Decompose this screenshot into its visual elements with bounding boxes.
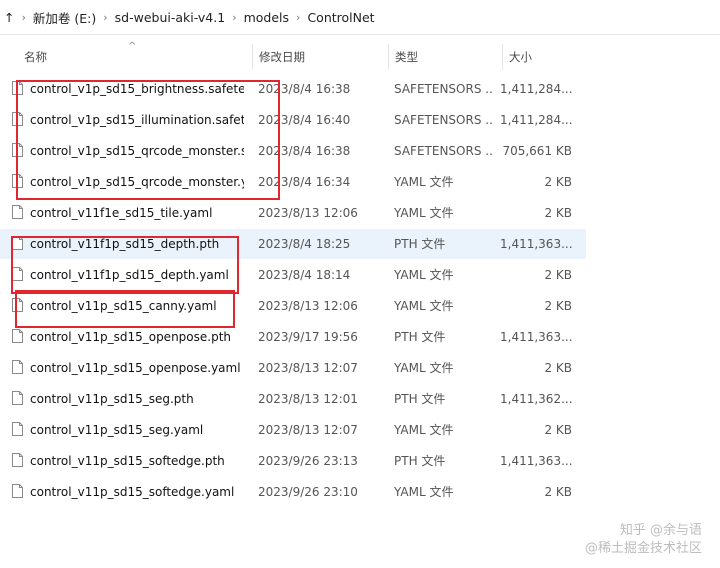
file-type: PTH 文件	[394, 454, 446, 468]
file-type: PTH 文件	[394, 392, 446, 406]
column-header-date[interactable]: 修改日期	[252, 44, 387, 70]
file-row[interactable]: control_v11f1e_sd15_tile.yaml 2023/8/13 1…	[0, 198, 586, 228]
watermark-zhihu: 知乎 @余与语	[619, 523, 702, 538]
file-size: 2 KB	[544, 423, 572, 437]
file-date: 2023/8/13 12:06	[258, 299, 358, 313]
file-date: 2023/9/26 23:10	[258, 485, 358, 499]
file-name: control_v11p_sd15_softedge.pth	[30, 454, 225, 468]
file-type: PTH 文件	[394, 237, 446, 251]
file-size: 1,411,284...	[500, 113, 572, 127]
address-breadcrumb[interactable]: ↑ › 新加卷 (E:) › sd-webui-aki-v4.1 › model…	[0, 0, 720, 35]
highlight-box	[16, 80, 280, 200]
file-size: 1,411,363...	[500, 454, 572, 468]
file-name: control_v11p_sd15_openpose.yaml	[30, 361, 241, 375]
file-type: PTH 文件	[394, 330, 446, 344]
file-date: 2023/8/13 12:06	[258, 206, 358, 220]
file-icon	[12, 205, 23, 219]
chevron-right-icon: ›	[21, 10, 26, 24]
file-type: SAFETENSORS ...	[394, 144, 494, 158]
file-date: 2023/8/13 12:07	[258, 361, 358, 375]
file-row[interactable]: control_v11p_sd15_openpose.yaml 2023/8/13…	[0, 353, 586, 383]
file-icon	[12, 329, 23, 343]
file-type: YAML 文件	[394, 206, 454, 220]
chevron-right-icon: ›	[232, 10, 237, 24]
file-type: YAML 文件	[394, 361, 454, 375]
file-size: 1,411,362...	[500, 392, 572, 406]
breadcrumb-item-models[interactable]: models	[244, 10, 289, 25]
breadcrumb-item-sd-webui[interactable]: sd-webui-aki-v4.1	[115, 10, 226, 25]
file-size: 1,411,363...	[500, 237, 572, 251]
up-arrow-icon[interactable]: ↑	[4, 10, 14, 25]
file-size: 1,411,363...	[500, 330, 572, 344]
file-row[interactable]: control_v11p_sd15_softedge.pth 2023/9/26 …	[0, 446, 586, 476]
file-size: 2 KB	[544, 175, 572, 189]
breadcrumb-item-drive[interactable]: 新加卷 (E:)	[33, 8, 96, 27]
file-icon	[12, 453, 23, 467]
file-date: 2023/9/26 23:13	[258, 454, 358, 468]
file-row[interactable]: control_v11p_sd15_seg.pth 2023/8/13 12:01…	[0, 384, 586, 414]
file-date: 2023/8/4 18:14	[258, 268, 351, 282]
file-type: SAFETENSORS ...	[394, 113, 494, 127]
file-size: 2 KB	[544, 206, 572, 220]
file-name: control_v11p_sd15_seg.yaml	[30, 423, 204, 437]
file-icon	[12, 422, 23, 436]
file-size: 2 KB	[544, 361, 572, 375]
file-size: 1,411,284...	[500, 82, 572, 96]
file-size: 705,661 KB	[502, 144, 572, 158]
file-type: YAML 文件	[394, 175, 454, 189]
file-row[interactable]: control_v11p_sd15_softedge.yaml 2023/9/26…	[0, 477, 586, 507]
file-type: YAML 文件	[394, 423, 454, 437]
file-date: 2023/8/4 18:25	[258, 237, 351, 251]
file-name: control_v11p_sd15_softedge.yaml	[30, 485, 235, 499]
file-icon	[12, 391, 23, 405]
watermark: 知乎 @余与语 @稀土掘金技术社区	[585, 522, 702, 558]
column-header-row: ^ 名称 修改日期 类型 大小	[0, 41, 720, 70]
file-type: YAML 文件	[394, 299, 454, 313]
file-date: 2023/9/17 19:56	[258, 330, 358, 344]
watermark-juejin: @稀土掘金技术社区	[584, 541, 702, 556]
chevron-right-icon: ›	[103, 10, 108, 24]
file-size: 2 KB	[544, 485, 572, 499]
column-header-size[interactable]: 大小	[502, 44, 589, 70]
file-name: control_v11f1e_sd15_tile.yaml	[30, 206, 213, 220]
file-type: YAML 文件	[394, 485, 454, 499]
file-name: control_v11p_sd15_seg.pth	[30, 392, 194, 406]
highlight-box	[15, 290, 235, 328]
chevron-right-icon: ›	[296, 10, 301, 24]
file-date: 2023/8/13 12:07	[258, 423, 358, 437]
breadcrumb-item-controlnet[interactable]: ControlNet	[307, 10, 374, 25]
file-type: SAFETENSORS ...	[394, 82, 494, 96]
file-date: 2023/8/13 12:01	[258, 392, 358, 406]
file-icon	[12, 484, 23, 498]
file-type: YAML 文件	[394, 268, 454, 282]
column-header-name[interactable]: 名称	[18, 44, 254, 70]
file-size: 2 KB	[544, 268, 572, 282]
file-row[interactable]: control_v11p_sd15_seg.yaml 2023/8/13 12:0…	[0, 415, 586, 445]
column-header-type[interactable]: 类型	[388, 44, 499, 70]
file-size: 2 KB	[544, 299, 572, 313]
highlight-box	[11, 236, 239, 294]
file-icon	[12, 360, 23, 374]
